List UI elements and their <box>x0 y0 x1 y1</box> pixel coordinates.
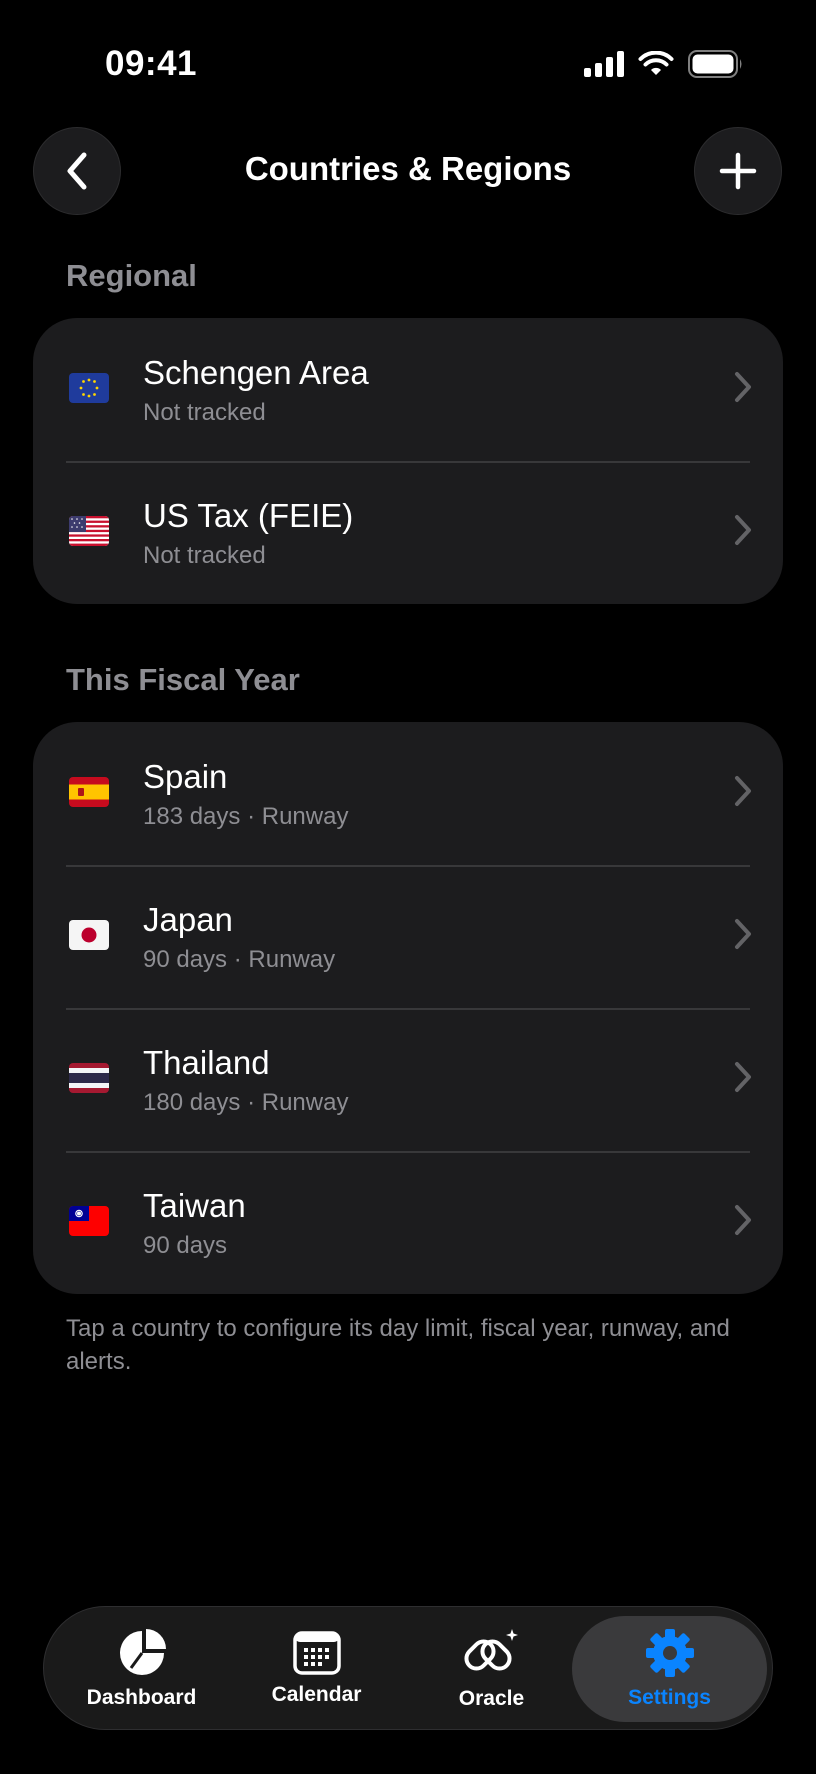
tab-calendar[interactable]: Calendar <box>239 1607 394 1731</box>
row-subtitle: Not tracked <box>143 399 266 426</box>
thailand-flag-icon <box>69 1063 109 1093</box>
row-subtitle: 90 days <box>143 1232 228 1259</box>
row-title: Thailand <box>143 1044 270 1081</box>
chevron-right-icon <box>735 1062 751 1092</box>
chevron-right-icon <box>735 776 751 806</box>
status-bar: 09:41 <box>0 0 816 130</box>
chevron-right-icon <box>735 515 751 545</box>
eu-flag-icon <box>69 373 109 403</box>
taiwan-flag-icon <box>69 1206 109 1236</box>
battery-icon <box>688 50 742 78</box>
tab-label: Settings <box>628 1686 711 1709</box>
row-subtitle: Not tracked <box>143 542 266 569</box>
section-header-regional: Regional <box>66 258 197 293</box>
row-subtitle: 90 days · Runway <box>143 946 336 973</box>
gear-icon <box>645 1629 694 1677</box>
tab-label: Dashboard <box>86 1686 197 1709</box>
footer-note: Tap a country to configure its day limit… <box>66 1315 730 1375</box>
spain-flag-icon <box>69 777 109 807</box>
tab-settings[interactable]: Settings <box>572 1616 767 1722</box>
row-title: Spain <box>143 758 228 795</box>
list-item-japan[interactable]: Japan 90 days · Runway <box>33 865 783 1008</box>
chevron-right-icon <box>735 919 751 949</box>
oracle-sparkle-icon <box>463 1629 518 1671</box>
wifi-icon <box>638 51 674 75</box>
row-subtitle: 180 days · Runway <box>143 1089 349 1116</box>
tab-dashboard[interactable]: Dashboard <box>64 1607 219 1731</box>
cellular-signal-icon <box>584 51 624 77</box>
pie-chart-icon <box>119 1629 166 1675</box>
tab-label: Calendar <box>271 1683 362 1706</box>
status-time: 09:41 <box>105 44 198 83</box>
list-item-spain[interactable]: Spain 183 days · Runway <box>33 722 783 865</box>
fiscal-year-card: Spain 183 days · Runway Japan 90 days · … <box>33 722 783 1294</box>
list-item-us-tax-feie[interactable]: US Tax (FEIE) Not tracked <box>33 461 783 604</box>
row-title: Taiwan <box>143 1187 246 1224</box>
chevron-right-icon <box>735 372 751 402</box>
row-title: Schengen Area <box>143 354 369 391</box>
list-item-taiwan[interactable]: Taiwan 90 days <box>33 1151 783 1294</box>
tab-bar: Dashboard Calendar Oracle Settings <box>43 1606 773 1730</box>
add-country-button[interactable] <box>694 127 782 215</box>
japan-flag-icon <box>69 920 109 950</box>
section-header-this-fiscal-year: This Fiscal Year <box>66 662 300 697</box>
row-title: Japan <box>143 901 233 938</box>
list-item-schengen-area[interactable]: Schengen Area Not tracked <box>33 318 783 461</box>
chevron-right-icon <box>735 1205 751 1235</box>
calendar-icon <box>292 1631 341 1675</box>
tab-label: Oracle <box>458 1687 525 1710</box>
row-subtitle: 183 days · Runway <box>143 803 349 830</box>
plus-icon <box>719 152 757 190</box>
list-item-thailand[interactable]: Thailand 180 days · Runway <box>33 1008 783 1151</box>
us-flag-icon <box>69 516 109 546</box>
regional-card: Schengen Area Not tracked US Tax (FEIE) … <box>33 318 783 604</box>
row-title: US Tax (FEIE) <box>143 497 354 534</box>
tab-oracle[interactable]: Oracle <box>414 1607 569 1731</box>
status-icons <box>584 50 744 78</box>
